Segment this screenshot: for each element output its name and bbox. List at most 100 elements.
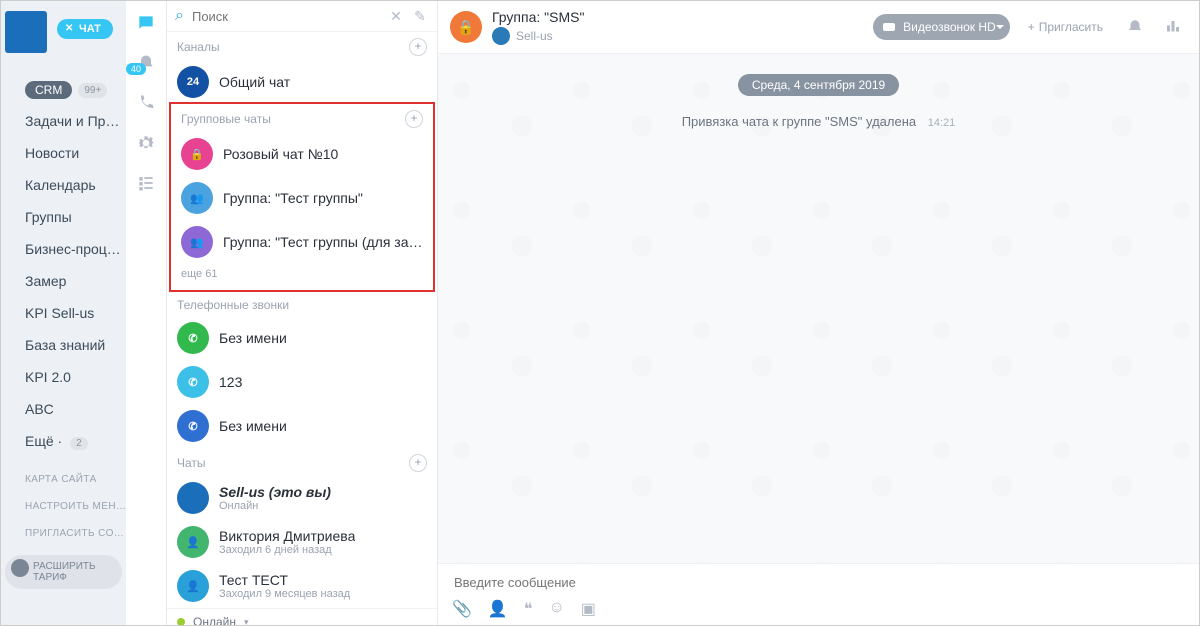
plus-icon: + xyxy=(1028,20,1035,34)
system-message: Привязка чата к группе "SMS" удалена xyxy=(682,114,916,129)
chat-label: Виктория Дмитриева xyxy=(219,528,355,544)
emoji-icon[interactable]: ☺ xyxy=(548,599,564,619)
avatar xyxy=(177,482,209,514)
attach-icon[interactable]: 📎 xyxy=(452,599,472,619)
conversation-subtitle: Sell-us xyxy=(516,29,553,43)
avatar: 👤 xyxy=(177,570,209,602)
lock-icon: 🔒 xyxy=(181,138,213,170)
groups-more-link[interactable]: еще 61 xyxy=(171,264,433,286)
list-item[interactable]: 🔒 Розовый чат №10 xyxy=(171,132,433,176)
nav-groups[interactable]: Группы xyxy=(1,201,126,233)
upgrade-label: РАСШИРИТЬ ТАРИФ xyxy=(33,561,96,583)
phone-icon: ✆ xyxy=(177,366,209,398)
chat-label: Группа: "Тест группы" xyxy=(223,190,363,206)
rail-badge: 40 xyxy=(126,63,146,75)
nav-abc[interactable]: ABC xyxy=(1,393,126,425)
message-input[interactable] xyxy=(452,574,1189,591)
system-time: 14:21 xyxy=(928,117,956,129)
nav-more-count: 2 xyxy=(70,437,88,450)
left-navigation: ЧАТ CRM 99+ Задачи и Проекты Новости Кал… xyxy=(1,1,126,625)
icon-rail: 40 xyxy=(126,1,167,625)
chat-mode-pill[interactable]: ЧАТ xyxy=(57,19,113,39)
group-icon: 👥 xyxy=(181,182,213,214)
invite-button[interactable]: + Пригласить xyxy=(1020,14,1111,40)
chat-label: Общий чат xyxy=(219,74,290,90)
section-channels-title: Каналы xyxy=(177,40,220,54)
nav-more-label: Ещё xyxy=(25,433,54,449)
group-chats-highlight: Групповые чаты + 🔒 Розовый чат №10 👥 Гру… xyxy=(169,102,435,292)
chat-item-main[interactable]: 24 Общий чат xyxy=(167,60,437,104)
message-composer: 📎 👤 ❝ ☺ ▣ xyxy=(438,563,1199,625)
date-separator: Среда, 4 сентября 2019 xyxy=(738,74,899,96)
nav-configure[interactable]: НАСТРОИТЬ МЕНЮ xyxy=(1,493,126,520)
search-input[interactable] xyxy=(190,8,381,25)
add-group-chat-button[interactable]: + xyxy=(405,110,423,128)
section-chats-title: Чаты xyxy=(177,456,206,470)
status-dot-icon xyxy=(177,618,185,626)
equalizer-icon[interactable] xyxy=(1159,13,1187,41)
list-item[interactable]: 👥 Группа: "Тест группы" xyxy=(171,176,433,220)
nav-more[interactable]: Ещё · 2 xyxy=(1,425,126,458)
phone-icon: ✆ xyxy=(177,322,209,354)
chat-label: Группа: "Тест группы (для зад... xyxy=(223,234,423,250)
nav-sitemap[interactable]: КАРТА САЙТА xyxy=(1,466,126,493)
camera-icon xyxy=(883,23,895,31)
video-call-label: Видеозвонок HD xyxy=(903,20,996,34)
rail-phone-icon[interactable] xyxy=(134,91,158,115)
rail-settings-icon[interactable] xyxy=(134,131,158,155)
chat-label: 123 xyxy=(219,374,242,390)
status-bar[interactable]: Онлайн ▾ xyxy=(167,608,437,626)
nav-kpi2[interactable]: KPI 2.0 xyxy=(1,361,126,393)
quote-icon[interactable]: ❝ xyxy=(524,599,533,619)
add-channel-button[interactable]: + xyxy=(409,38,427,56)
mini-avatar xyxy=(492,27,510,45)
add-chat-button[interactable]: + xyxy=(409,454,427,472)
compose-icon[interactable]: ✎ xyxy=(411,8,429,25)
chat-label: Без имени xyxy=(219,418,287,434)
video-call-button[interactable]: Видеозвонок HD xyxy=(873,14,1010,40)
list-item[interactable]: ✆ Без имени xyxy=(167,316,437,360)
invite-label: Пригласить xyxy=(1039,20,1103,34)
list-item[interactable]: 👥 Группа: "Тест группы (для зад... xyxy=(171,220,433,264)
crm-nav[interactable]: CRM xyxy=(25,81,72,99)
group-avatar-lock-icon: 🔒 xyxy=(450,11,482,43)
list-item[interactable]: Sell-us (это вы) Онлайн xyxy=(167,476,437,520)
conversation-title: Группа: "SMS" xyxy=(492,9,584,25)
record-icon[interactable]: ▣ xyxy=(581,599,596,619)
rail-notifications-icon[interactable]: 40 xyxy=(134,51,158,75)
nav-news[interactable]: Новости xyxy=(1,137,126,169)
status-label: Онлайн xyxy=(193,615,236,626)
nav-invite-emp[interactable]: ПРИГЛАСИТЬ СОТРУДНИКОВ xyxy=(1,520,126,547)
nav-tasks[interactable]: Задачи и Проекты xyxy=(1,105,126,137)
bell-icon[interactable] xyxy=(1121,13,1149,41)
chat-list-pane: ⌕ ✕ ✎ Каналы + 24 Общий чат Групповые ча… xyxy=(167,1,438,625)
clear-search-icon[interactable]: ✕ xyxy=(387,8,405,25)
chat-label: Sell-us (это вы) xyxy=(219,484,331,500)
chat-sub: Заходил 9 месяцев назад xyxy=(219,588,350,600)
chat-label: Розовый чат №10 xyxy=(223,146,338,162)
conversation-body: Среда, 4 сентября 2019 Привязка чата к г… xyxy=(438,54,1199,563)
list-item[interactable]: 👤 Виктория Дмитриева Заходил 6 дней наза… xyxy=(167,520,437,564)
list-item[interactable]: 👤 Тест ТЕСТ Заходил 9 месяцев назад xyxy=(167,564,437,608)
list-item[interactable]: ✆ Без имени xyxy=(167,404,437,448)
nav-zamer[interactable]: Замер xyxy=(1,265,126,297)
chat-label: Без имени xyxy=(219,330,287,346)
mention-icon[interactable]: 👤 xyxy=(488,599,508,619)
list-item[interactable]: ✆ 123 xyxy=(167,360,437,404)
rail-recent-icon[interactable] xyxy=(134,171,158,195)
chat-label: Тест ТЕСТ xyxy=(219,572,350,588)
upgrade-pill[interactable]: РАСШИРИТЬ ТАРИФ xyxy=(5,555,122,589)
avatar: 👤 xyxy=(177,526,209,558)
section-group-chats-title: Групповые чаты xyxy=(181,112,271,126)
search-icon: ⌕ xyxy=(175,7,184,25)
nav-kpi-sell[interactable]: KPI Sell-us xyxy=(1,297,126,329)
chat-sub: Онлайн xyxy=(219,500,331,512)
nav-biz[interactable]: Бизнес-процессы xyxy=(1,233,126,265)
rail-chat-icon[interactable] xyxy=(134,11,158,35)
crm-count-badge: 99+ xyxy=(78,83,107,98)
avatar-24-icon: 24 xyxy=(177,66,209,98)
nav-kb[interactable]: База знаний xyxy=(1,329,126,361)
nav-calendar[interactable]: Календарь xyxy=(1,169,126,201)
app-logo xyxy=(5,11,47,53)
section-phone-title: Телефонные звонки xyxy=(177,298,289,312)
